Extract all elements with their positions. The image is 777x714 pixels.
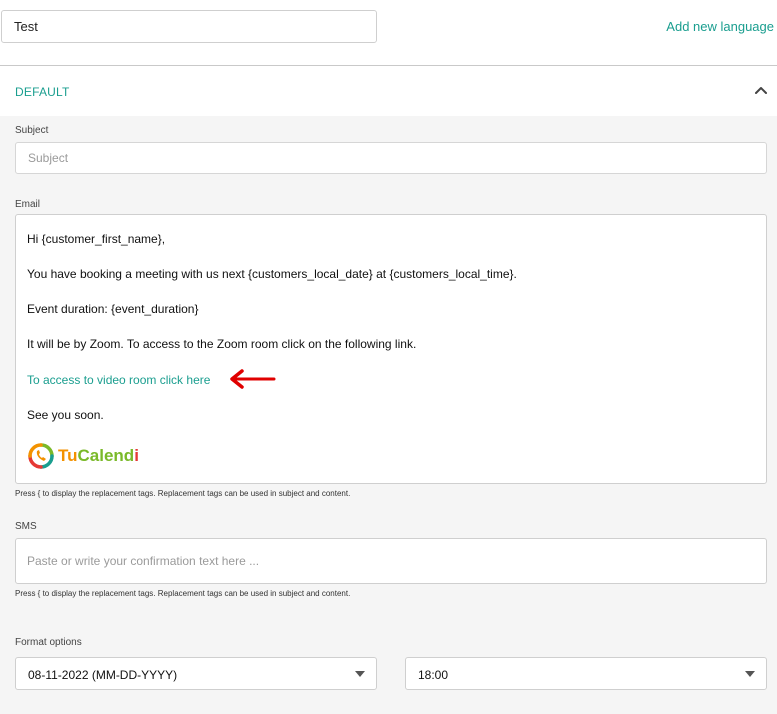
video-room-link[interactable]: To access to video room click here [27,373,210,387]
date-format-select[interactable]: 08-11-2022 (MM-DD-YYYY) [15,657,377,690]
sms-replacement-hint: Press { to display the replacement tags.… [15,589,351,598]
email-label: Email [15,199,41,210]
red-arrow-icon [230,369,276,389]
chevron-up-icon[interactable] [753,82,769,98]
time-format-select[interactable]: 18:00 [405,657,767,690]
template-name-input[interactable] [1,10,377,43]
chevron-down-icon [355,671,365,677]
top-bar: Add new language [0,0,777,65]
logo-text-calend: Calend [77,446,135,465]
email-zoom-line: It will be by Zoom. To access to the Zoo… [27,337,417,351]
sms-input[interactable] [15,538,767,584]
logo-text-tu: Tu [58,446,78,465]
logo-text-i: i [134,446,139,465]
email-booking-line: You have booking a meeting with us next … [27,267,517,281]
format-options-label: Format options [15,637,82,648]
email-replacement-hint: Press { to display the replacement tags.… [15,489,351,498]
email-editor[interactable]: Hi {customer_first_name}, You have booki… [15,214,767,484]
date-format-value: 08-11-2022 (MM-DD-YYYY) [28,668,178,682]
panel-title: DEFAULT [15,85,70,99]
sms-label: SMS [15,521,37,532]
subject-label: Subject [15,125,49,136]
email-greeting-line: Hi {customer_first_name}, [27,232,166,246]
tucalendi-logo-icon [28,443,54,469]
default-language-panel: DEFAULT Subject Email Hi {customer_first… [0,65,777,714]
email-closing-line: See you soon. [27,408,104,422]
add-new-language-link[interactable]: Add new language [666,19,774,34]
tucalendi-logo: TuCalendi [27,440,157,472]
chevron-down-icon [745,671,755,677]
email-duration-line: Event duration: {event_duration} [27,302,199,316]
logo-wordmark: TuCalendi [58,446,139,466]
subject-input[interactable] [15,142,767,174]
time-format-value: 18:00 [418,668,449,682]
panel-header[interactable]: DEFAULT [0,66,777,116]
